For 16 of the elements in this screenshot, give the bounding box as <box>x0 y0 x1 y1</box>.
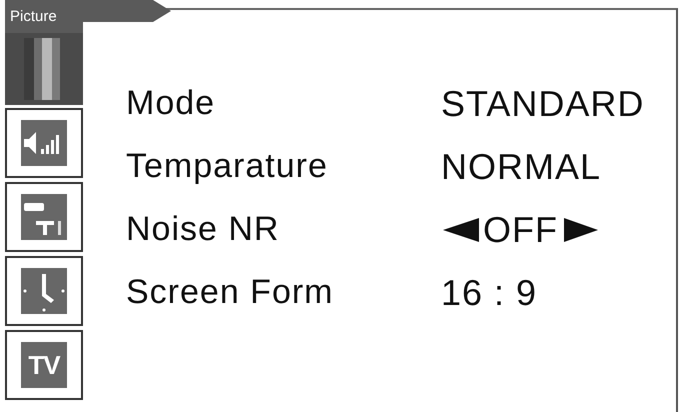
setting-label: Temparature <box>126 147 329 186</box>
setting-label: Noise NR <box>126 210 280 249</box>
setting-label: Screen Form <box>126 273 334 312</box>
setting-label: Mode <box>126 84 216 123</box>
setting-value: OFF <box>483 208 558 250</box>
setting-value: STANDARD <box>441 82 644 124</box>
sidebar-menu-item[interactable] <box>5 33 83 105</box>
menu-title: Picture <box>10 8 57 25</box>
tv-label: TV <box>28 350 60 380</box>
left-arrow-icon[interactable] <box>441 216 481 242</box>
setting-value: NORMAL <box>441 146 602 188</box>
sidebar-menu-item[interactable]: TV <box>5 330 83 400</box>
sidebar-menu-item[interactable] <box>5 108 83 178</box>
sidebar-menu-item[interactable] <box>5 256 83 326</box>
sidebar-menu-item[interactable] <box>5 182 83 252</box>
setting-value: 16 : 9 <box>441 272 538 314</box>
